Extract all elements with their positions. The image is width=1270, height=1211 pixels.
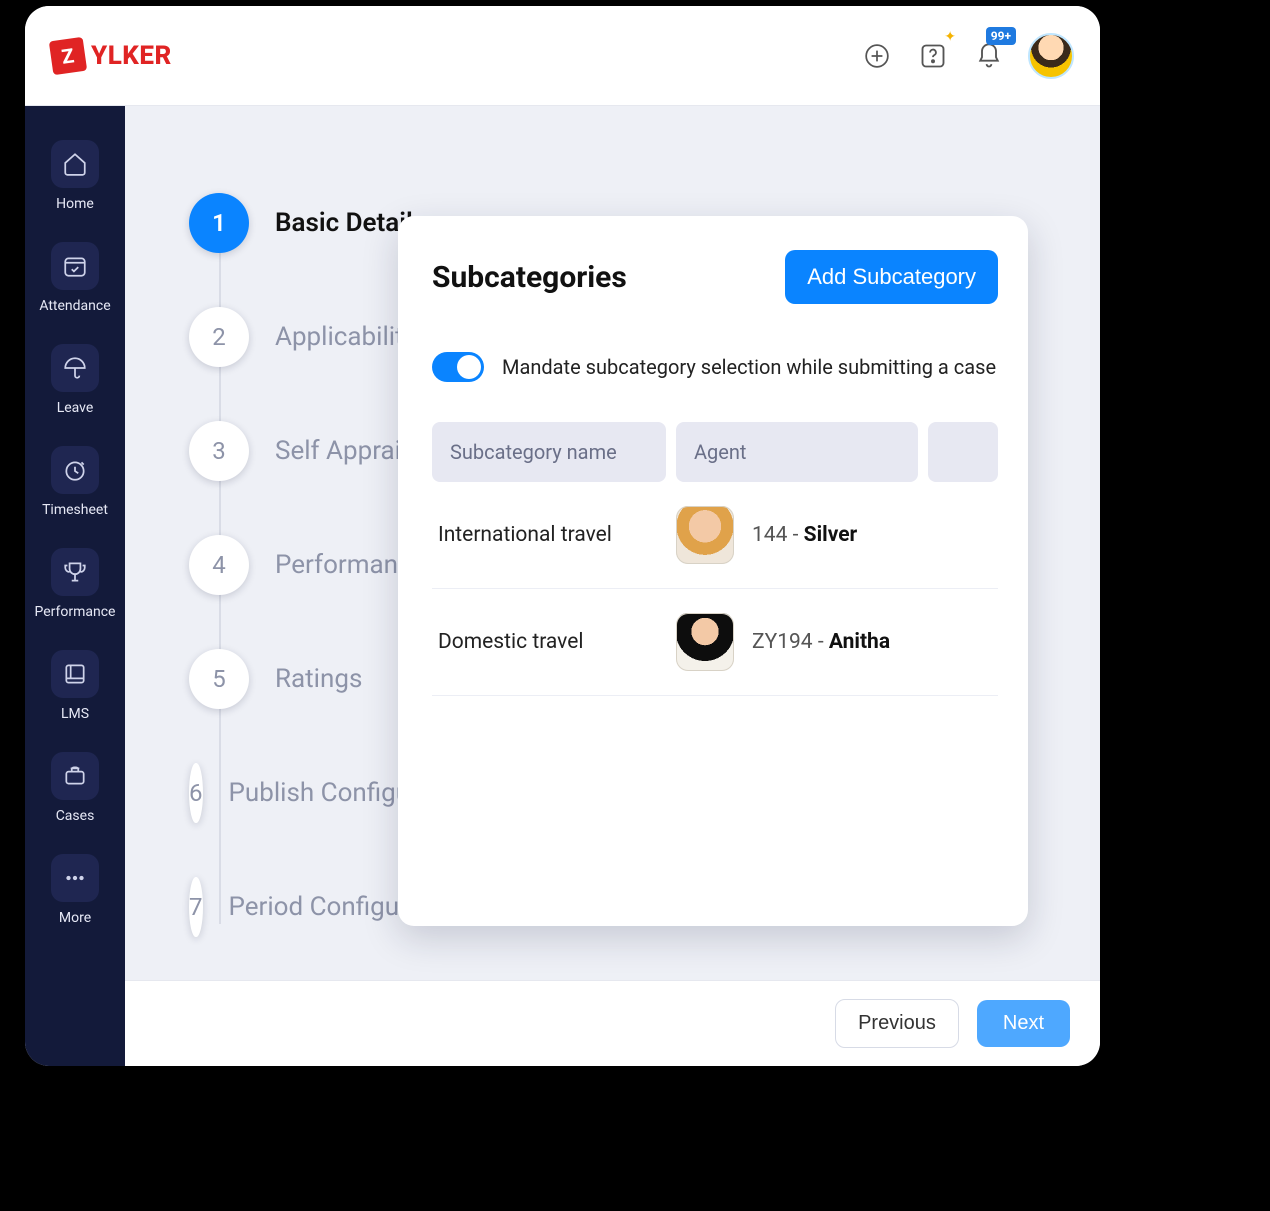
footer: Previous Next bbox=[125, 980, 1100, 1066]
column-agent: Agent bbox=[676, 422, 918, 482]
sidebar-item-performance[interactable]: Performance bbox=[33, 538, 117, 634]
sidebar-item-label: Attendance bbox=[39, 298, 110, 314]
agent-avatar bbox=[676, 506, 734, 564]
step-number: 4 bbox=[189, 535, 249, 595]
agent-cell: ZY194 - Anitha bbox=[676, 613, 998, 671]
add-icon[interactable] bbox=[860, 39, 894, 73]
brand-badge: Z bbox=[49, 36, 87, 74]
sidebar-item-label: Cases bbox=[56, 808, 95, 824]
help-icon[interactable]: ✦ bbox=[916, 39, 950, 73]
subcategories-panel: Subcategories Add Subcategory Mandate su… bbox=[398, 216, 1028, 926]
next-button[interactable]: Next bbox=[977, 1000, 1070, 1047]
agent-id: ZY194 bbox=[752, 630, 813, 654]
top-actions: ✦ 99+ bbox=[860, 33, 1074, 79]
umbrella-icon bbox=[51, 344, 99, 392]
notification-badge: 99+ bbox=[986, 27, 1016, 45]
sidebar-item-cases[interactable]: Cases bbox=[33, 742, 117, 838]
table-row[interactable]: International travel 144 - Silver bbox=[432, 482, 998, 589]
sparkle-icon: ✦ bbox=[944, 29, 956, 45]
step-number: 2 bbox=[189, 307, 249, 367]
sidebar-item-timesheet[interactable]: Timesheet bbox=[33, 436, 117, 532]
trophy-icon bbox=[51, 548, 99, 596]
mandate-toggle-row: Mandate subcategory selection while subm… bbox=[432, 352, 998, 382]
brand-name: YLKER bbox=[91, 41, 172, 71]
calendar-check-icon bbox=[51, 242, 99, 290]
brand: Z YLKER bbox=[51, 39, 172, 73]
sidebar-item-home[interactable]: Home bbox=[33, 130, 117, 226]
dots-icon bbox=[51, 854, 99, 902]
column-subcategory-name: Subcategory name bbox=[432, 422, 666, 482]
table-header: Subcategory name Agent bbox=[432, 422, 998, 482]
sidebar: Home Attendance Leave Timesheet Performa… bbox=[25, 106, 125, 1066]
step-number: 7 bbox=[189, 877, 203, 937]
briefcase-icon bbox=[51, 752, 99, 800]
sidebar-item-label: More bbox=[59, 910, 91, 926]
agent-display-name: Anitha bbox=[829, 630, 890, 654]
step-label: Applicability bbox=[275, 322, 416, 352]
table-row[interactable]: Domestic travel ZY194 - Anitha bbox=[432, 589, 998, 696]
agent-display-name: Silver bbox=[804, 523, 858, 547]
user-avatar[interactable] bbox=[1028, 33, 1074, 79]
add-subcategory-button[interactable]: Add Subcategory bbox=[785, 250, 998, 304]
mandate-toggle-label: Mandate subcategory selection while subm… bbox=[502, 355, 996, 379]
app-window: Z YLKER ✦ 99+ bbox=[25, 6, 1100, 1066]
subcategory-name: Domestic travel bbox=[432, 630, 666, 654]
step-number: 3 bbox=[189, 421, 249, 481]
sidebar-item-label: Performance bbox=[35, 604, 116, 620]
topbar: Z YLKER ✦ 99+ bbox=[25, 6, 1100, 106]
previous-button[interactable]: Previous bbox=[835, 999, 959, 1048]
agent-avatar bbox=[676, 613, 734, 671]
mandate-toggle[interactable] bbox=[432, 352, 484, 382]
panel-title: Subcategories bbox=[432, 260, 627, 295]
sidebar-item-leave[interactable]: Leave bbox=[33, 334, 117, 430]
home-icon bbox=[51, 140, 99, 188]
panel-header: Subcategories Add Subcategory bbox=[432, 250, 998, 304]
column-actions bbox=[928, 422, 998, 482]
sidebar-item-lms[interactable]: LMS bbox=[33, 640, 117, 736]
agent-name: ZY194 - Anitha bbox=[752, 630, 890, 654]
clock-icon bbox=[51, 446, 99, 494]
notifications-icon[interactable]: 99+ bbox=[972, 39, 1006, 73]
sidebar-item-label: Leave bbox=[57, 400, 94, 416]
sidebar-item-more[interactable]: More bbox=[33, 844, 117, 940]
step-label: Ratings bbox=[275, 664, 362, 694]
sidebar-item-attendance[interactable]: Attendance bbox=[33, 232, 117, 328]
agent-cell: 144 - Silver bbox=[676, 506, 998, 564]
subcategory-name: International travel bbox=[432, 523, 666, 547]
step-number: 1 bbox=[189, 193, 249, 253]
agent-id: 144 bbox=[752, 523, 787, 547]
sidebar-item-label: LMS bbox=[61, 706, 89, 722]
sidebar-item-label: Timesheet bbox=[42, 502, 108, 518]
step-number: 5 bbox=[189, 649, 249, 709]
book-icon bbox=[51, 650, 99, 698]
agent-name: 144 - Silver bbox=[752, 523, 857, 547]
sidebar-item-label: Home bbox=[56, 196, 94, 212]
step-number: 6 bbox=[189, 763, 203, 823]
